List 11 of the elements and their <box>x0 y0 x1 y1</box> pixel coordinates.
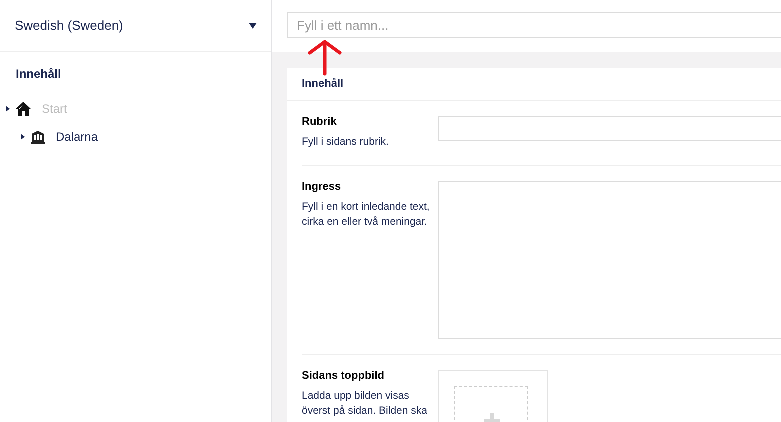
tree-item[interactable]: Dalarna <box>56 130 98 144</box>
section-title: Innehåll <box>16 67 62 81</box>
property-description: Ladda upp bilden visas överst på sidan. Bilden ska <box>302 389 428 419</box>
property-label: Rubrik <box>302 116 338 128</box>
tab-title[interactable]: Innehåll <box>287 68 781 101</box>
property-label: Sidans toppbild <box>302 370 386 382</box>
language-dropdown[interactable]: Swedish (Sweden) <box>0 0 271 52</box>
property-description: Fyll i en kort inledande text, cirka en eller två meningar. <box>302 200 430 230</box>
property-description: Fyll i sidans rubrik. <box>302 135 390 150</box>
property-label: Ingress <box>302 181 342 193</box>
name-field[interactable]: Fyll i ett namn... <box>287 12 781 38</box>
